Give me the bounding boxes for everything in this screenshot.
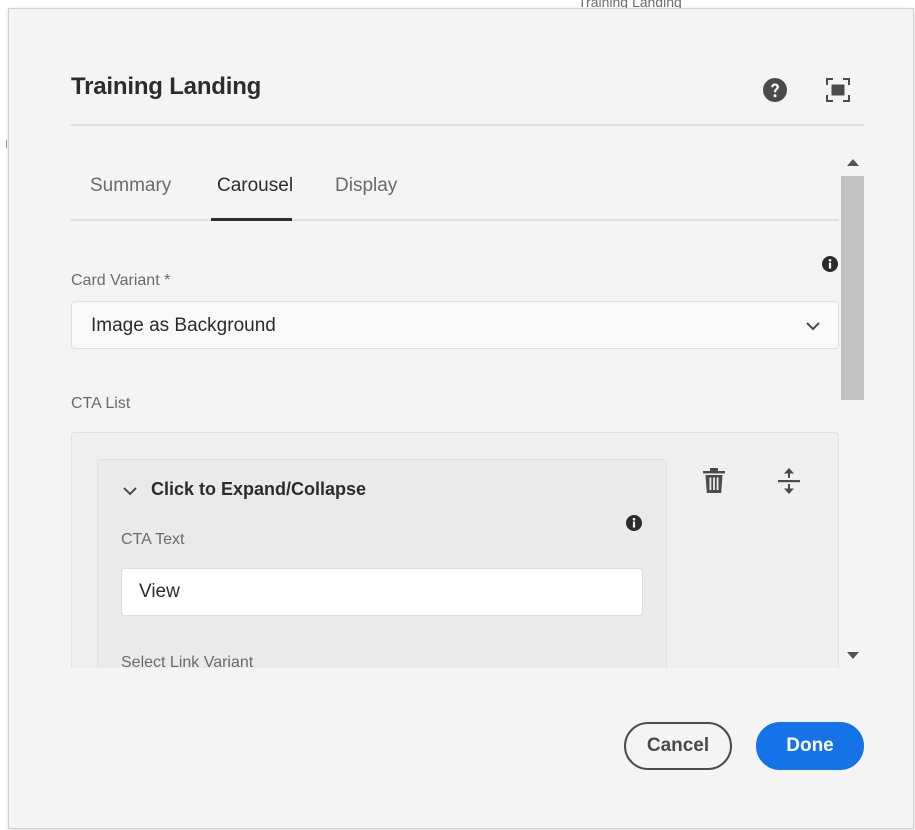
cta-text-label: CTA Text: [121, 531, 185, 548]
card-variant-label: Card Variant *: [71, 272, 171, 289]
background-divider: [6, 140, 7, 148]
cta-list-label: CTA List: [71, 395, 131, 412]
active-tab-indicator: [211, 218, 292, 221]
delete-icon[interactable]: [701, 467, 727, 495]
dialog-scroll-area[interactable]: Summary Carousel Display Card Variant * …: [71, 151, 839, 668]
scroll-down-arrow-icon[interactable]: [847, 652, 859, 659]
done-button[interactable]: Done: [756, 722, 864, 770]
header-divider: [71, 124, 864, 126]
chevron-down-icon: [122, 484, 138, 496]
cta-text-input[interactable]: [121, 568, 643, 616]
reorder-icon[interactable]: [776, 467, 802, 495]
cancel-button[interactable]: Cancel: [624, 722, 732, 770]
scroll-up-arrow-icon[interactable]: [847, 159, 859, 166]
card-variant-value: Image as Background: [91, 315, 276, 336]
select-link-variant-label: Select Link Variant: [121, 654, 254, 668]
help-icon[interactable]: [762, 77, 788, 103]
cta-text-info-icon[interactable]: [626, 515, 642, 531]
fullscreen-icon[interactable]: [825, 77, 851, 103]
dialog: Training Landing Summary Carousel Displa…: [8, 8, 914, 829]
tab-display[interactable]: Display: [335, 175, 397, 197]
dialog-title: Training Landing: [71, 73, 262, 100]
tab-list: Summary Carousel Display: [71, 151, 839, 222]
tab-carousel[interactable]: Carousel: [217, 175, 293, 197]
expand-collapse-label: Click to Expand/Collapse: [151, 479, 367, 499]
tab-summary[interactable]: Summary: [90, 175, 171, 197]
cta-list-panel: Click to Expand/Collapse CTA Text Select…: [71, 432, 839, 668]
tabs-divider: [71, 219, 839, 221]
scrollbar-thumb[interactable]: [841, 176, 864, 400]
cta-list-item: Click to Expand/Collapse CTA Text Select…: [97, 459, 667, 668]
chevron-down-icon: [805, 319, 821, 331]
card-variant-info-icon[interactable]: [822, 256, 838, 272]
card-variant-select[interactable]: Image as Background: [71, 301, 839, 349]
vertical-scrollbar[interactable]: [841, 151, 864, 668]
